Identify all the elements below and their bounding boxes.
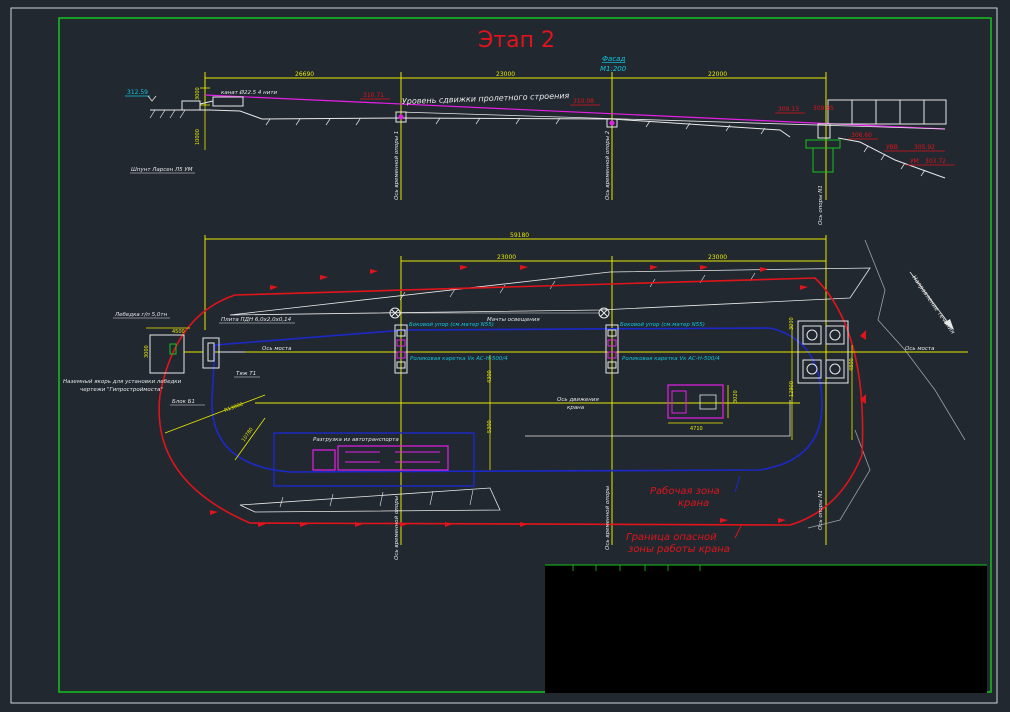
v-dim-1: 4300 — [487, 370, 493, 383]
danger-zone-flags — [210, 265, 866, 527]
diag-dim-1: R13000 — [224, 402, 244, 414]
embankment-top — [229, 267, 871, 316]
unloading-label: Разгрузка из автотранспорта — [313, 437, 399, 443]
rv-dim-2: 12900 — [789, 381, 795, 397]
elev-mark-4: 309.13 — [775, 106, 805, 114]
plan-dimension-lines — [204, 235, 827, 545]
winch-label: Лебедка г/п 5,0тн — [114, 312, 168, 318]
winch-plan — [149, 334, 245, 374]
span-structure — [827, 99, 947, 125]
top-dim-3: 22000 — [708, 71, 727, 78]
traction-label: Тяж Т1 — [236, 371, 256, 377]
elev-mark-2: 310.71 — [360, 92, 390, 100]
top-left-small-dim: 3000 — [195, 87, 201, 100]
elev-mark-5: 309.85 — [813, 105, 834, 112]
roller-left-label: Роликовая каретка Vк АС-Н-500/4 — [410, 356, 508, 362]
danger-zone-label-2: зоны работы крана — [628, 543, 730, 555]
rv-dim-1: 3000 — [789, 317, 795, 330]
anchor-pile-label: Шпунт Ларсен Л5 УМ — [131, 167, 193, 173]
axis-temp-bottom-1: Ось временной опоры — [394, 495, 400, 560]
river-bank — [864, 239, 966, 441]
crane-path-label-2: крана — [567, 405, 585, 411]
sheet-title: Этап 2 — [478, 28, 555, 53]
slab-label: Плита ПДН 6,0х2,0х0,14 — [221, 317, 292, 323]
winch-top — [181, 96, 244, 111]
plan-dim-1: 23000 — [497, 254, 516, 261]
crane-work-zone — [211, 327, 823, 473]
svg-text:306.60: 306.60 — [851, 132, 872, 139]
block-label: Блок Б1 — [172, 399, 195, 405]
ground-anchor-label: Наземный якорь для установки лебедки — [63, 379, 182, 385]
plan-dim-2: 23000 — [708, 254, 727, 261]
elev-mark-1: 312.59 — [125, 89, 157, 102]
axis-n1-top: Ось опоры N1 — [818, 185, 824, 225]
facade-scale: М1:200 — [600, 65, 627, 73]
axis-temp-bottom-2: Ось временной опоры — [605, 485, 611, 550]
bridge-axis-label-left: Ось моста — [262, 346, 292, 352]
work-zone-label-2: крана — [678, 498, 709, 509]
elev-mark-7: УВВ 305.92 — [884, 144, 945, 152]
lighting-label: Мачты освещения — [487, 317, 540, 323]
axis-temp-1-top: Ось временной опоры 1 — [394, 131, 400, 200]
side-stop-left-label: Боковой упор (см.матер N55) — [409, 322, 494, 328]
crane — [667, 384, 729, 424]
pier-n1 — [805, 123, 841, 173]
svg-text:УВВ: УВВ — [886, 144, 898, 151]
danger-zone-label: Граница опасной — [626, 532, 717, 543]
axis-temp-2-top: Ось временной опоры 2 — [605, 130, 611, 200]
top-left-v-dim: 10000 — [195, 129, 201, 145]
top-dim-1: 26690 — [295, 71, 314, 78]
elev-mark-3: 310.08 — [570, 98, 600, 106]
top-dimension-line — [204, 72, 827, 200]
engineering-drawing: Этап 2 Фасад М1:200 26690 23000 22000 30… — [10, 7, 998, 704]
elev-mark-6: 306.60 — [848, 132, 878, 140]
svg-text:303.72: 303.72 — [925, 158, 946, 165]
embankment-center — [525, 400, 791, 437]
axis-n1-bottom: Ось опоры N1 — [818, 490, 824, 530]
top-dim-2: 23000 — [496, 71, 515, 78]
svg-text:312.59: 312.59 — [127, 89, 148, 96]
svg-text:УМ: УМ — [910, 158, 919, 165]
v-dim-2: 5300 — [487, 420, 493, 433]
svg-text:310.08: 310.08 — [573, 98, 594, 105]
elev-mark-8: УМ 303.72 — [906, 158, 955, 166]
svg-text:305.92: 305.92 — [914, 144, 935, 151]
svg-text:309.85: 309.85 — [813, 105, 834, 112]
side-stop-right-label: Боковой упор (см.матер N55) — [620, 322, 705, 328]
ground-anchor-label-2: чертежи "Гипростроймоста" — [80, 387, 163, 393]
svg-text:309.13: 309.13 — [778, 106, 799, 113]
crane-h-dim: 3020 — [733, 390, 739, 403]
rope-label: канат Ø22.5 4 нити — [221, 89, 278, 96]
roller-right-label: Роликовая каретка Vк АС-Н-500/4 — [622, 356, 720, 362]
left-h-dim: 3000 — [144, 345, 150, 358]
left-w-dim: 4500 — [172, 329, 185, 335]
svg-text:310.71: 310.71 — [363, 92, 384, 99]
danger-zone-boundary — [158, 277, 864, 526]
rv-dim-3: 4800 — [849, 358, 855, 371]
crane-path-label: Ось движения — [557, 397, 599, 403]
embankment-bottom — [239, 487, 501, 513]
plan-dim-total: 59180 — [510, 232, 529, 239]
title-block — [545, 565, 987, 693]
work-zone-label: Рабочая зона — [650, 485, 720, 497]
facade-label: Фасад — [602, 55, 625, 63]
shift-level-label: Уровень сдвижки пролетного строения — [402, 91, 570, 106]
bridge-axis-label-right: Ось моста — [905, 346, 935, 352]
crane-w-dim: 4710 — [690, 426, 703, 432]
